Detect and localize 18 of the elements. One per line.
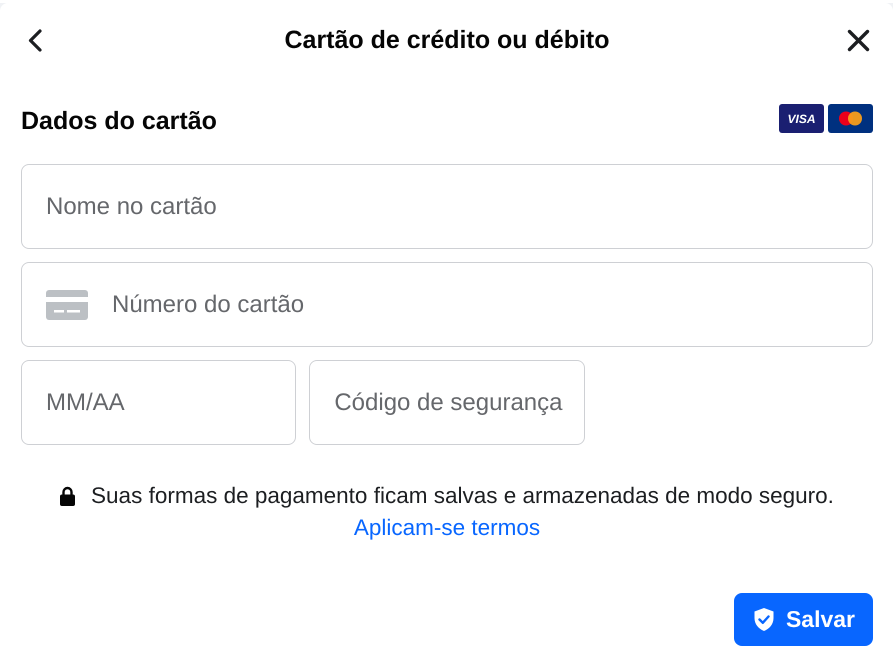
close-icon bbox=[847, 28, 870, 52]
security-notice: Suas formas de pagamento ficam salvas e armazenadas de modo seguro. bbox=[91, 482, 834, 510]
section-title: Dados do cartão bbox=[21, 106, 217, 136]
shield-check-icon bbox=[752, 607, 775, 632]
credit-card-icon bbox=[46, 290, 88, 320]
visa-badge: VISA bbox=[779, 104, 824, 133]
save-button[interactable]: Salvar bbox=[734, 593, 873, 646]
security-code-field[interactable]: Código de segurança bbox=[309, 360, 585, 445]
lock-icon bbox=[60, 486, 76, 506]
name-field[interactable]: Nome no cartão bbox=[21, 164, 873, 249]
back-button[interactable] bbox=[27, 28, 43, 52]
dialog-title: Cartão de crédito ou débito bbox=[283, 26, 611, 54]
card-number-field[interactable]: Número do cartão bbox=[21, 262, 873, 347]
card-logo-icon bbox=[828, 104, 873, 133]
expiry-field[interactable]: MM/AA bbox=[21, 360, 296, 445]
close-button[interactable] bbox=[847, 28, 870, 52]
chevron-left-icon bbox=[27, 28, 43, 52]
terms-link[interactable]: Aplicam-se termos bbox=[354, 512, 540, 544]
